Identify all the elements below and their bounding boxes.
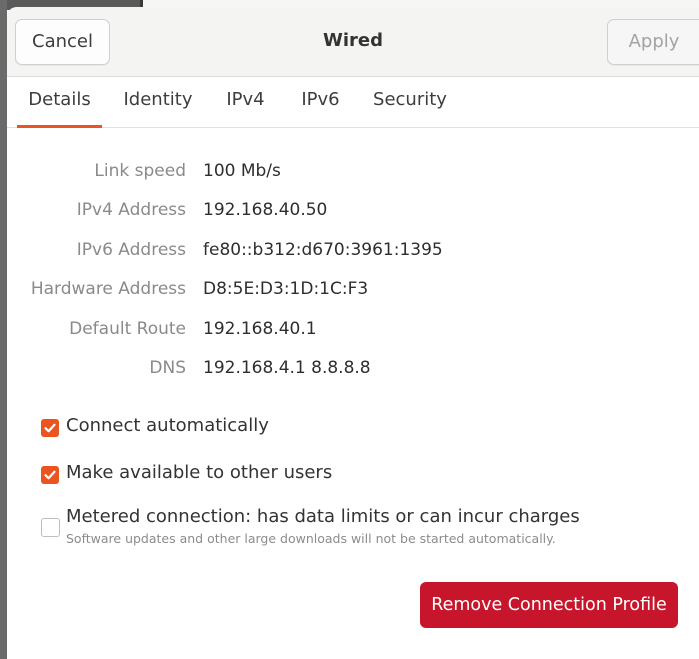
remove-connection-profile-button[interactable]: Remove Connection Profile <box>420 582 678 628</box>
tab-details[interactable]: Details <box>17 77 102 128</box>
apply-button[interactable]: Apply <box>607 19 699 65</box>
tab-ipv6[interactable]: IPv6 <box>293 77 348 127</box>
header-bar: Cancel Wired Apply <box>7 7 699 77</box>
available-to-others-label[interactable]: Make available to other users <box>66 462 332 483</box>
tab-bar: Details Identity IPv4 IPv6 Security <box>7 77 699 128</box>
detail-value: 192.168.40.1 <box>203 319 317 339</box>
detail-value: fe80::b312:d670:3961:1395 <box>203 240 443 260</box>
detail-label: Default Route <box>69 319 186 339</box>
detail-label: IPv6 Address <box>76 240 186 260</box>
metered-connection-label[interactable]: Metered connection: has data limits or c… <box>66 506 580 527</box>
detail-row-hardware: Hardware Address D8:5E:D3:1D:1C:F3 <box>7 275 699 303</box>
metered-connection-sublabel: Software updates and other large downloa… <box>66 531 556 546</box>
detail-row-dns: DNS 192.168.4.1 8.8.8.8 <box>7 354 699 382</box>
detail-row-ipv4: IPv4 Address 192.168.40.50 <box>7 196 699 224</box>
tab-identity[interactable]: Identity <box>120 77 196 127</box>
tab-security[interactable]: Security <box>368 77 452 127</box>
checkmark-icon <box>44 423 56 433</box>
checkmark-icon <box>44 470 56 480</box>
detail-row-ipv6: IPv6 Address fe80::b312:d670:3961:1395 <box>7 236 699 264</box>
detail-value: 192.168.4.1 8.8.8.8 <box>203 358 371 378</box>
detail-row-link-speed: Link speed 100 Mb/s <box>7 157 699 185</box>
detail-value: 192.168.40.50 <box>203 200 328 220</box>
connect-automatically-checkbox[interactable] <box>41 419 59 437</box>
detail-row-default-route: Default Route 192.168.40.1 <box>7 315 699 343</box>
wired-settings-dialog: Cancel Wired Apply Details Identity IPv4… <box>7 7 699 659</box>
available-to-others-checkbox[interactable] <box>41 466 59 484</box>
detail-value: 100 Mb/s <box>203 161 281 181</box>
connect-automatically-label[interactable]: Connect automatically <box>66 415 269 436</box>
detail-label: DNS <box>149 358 186 378</box>
background-window-edge <box>0 0 7 659</box>
detail-label: Hardware Address <box>30 279 186 299</box>
tab-ipv4[interactable]: IPv4 <box>218 77 273 127</box>
dialog-title: Wired <box>323 30 383 51</box>
detail-label: IPv4 Address <box>76 200 186 220</box>
metered-connection-checkbox[interactable] <box>41 518 60 537</box>
detail-value: D8:5E:D3:1D:1C:F3 <box>203 279 369 299</box>
detail-label: Link speed <box>94 161 186 181</box>
